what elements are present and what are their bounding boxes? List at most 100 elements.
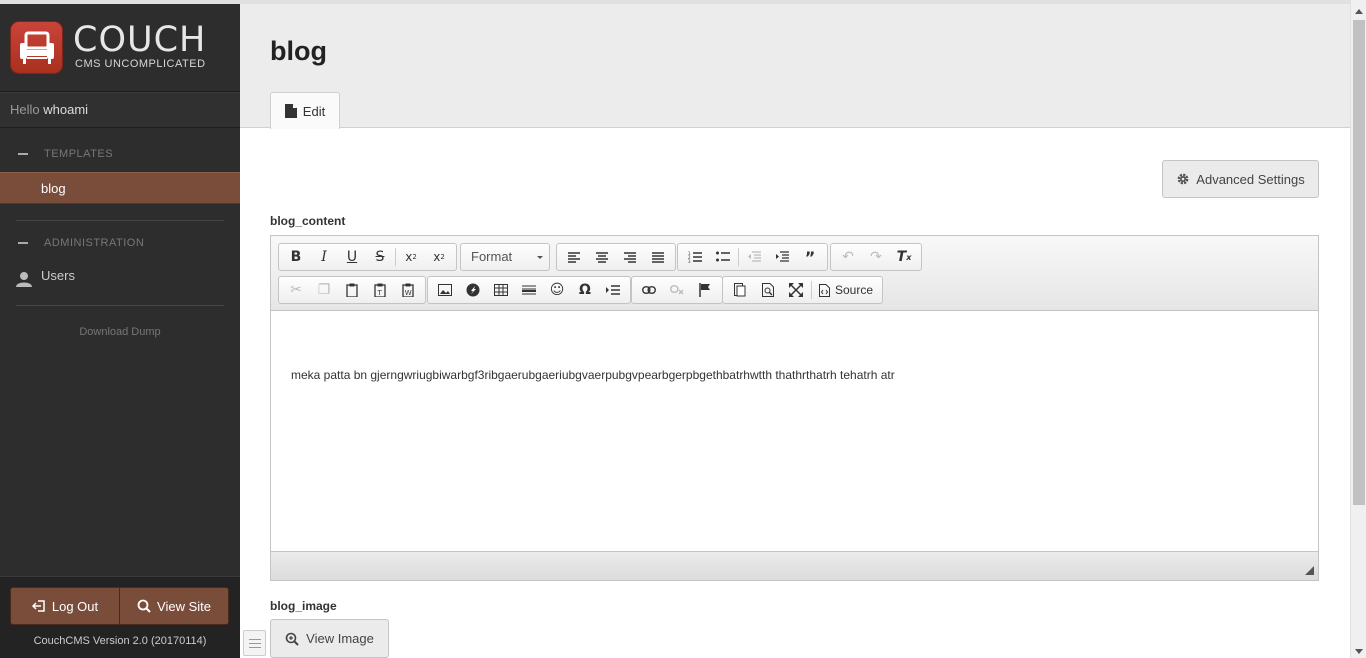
justify-icon[interactable] [644, 244, 672, 270]
unlink-icon[interactable] [663, 277, 691, 303]
maximize-icon[interactable] [782, 277, 810, 303]
list-group: 123 ” [677, 243, 828, 271]
format-dropdown-label: Format [471, 249, 513, 264]
advanced-settings-label: Advanced Settings [1196, 171, 1305, 187]
main-content: blog Edit Advanced Settings blog_content… [240, 0, 1350, 658]
templates-icon[interactable] [726, 277, 754, 303]
increase-indent-icon[interactable] [768, 244, 796, 270]
logout-icon [31, 600, 45, 612]
username[interactable]: whoami [43, 102, 88, 117]
anchor-flag-icon[interactable] [691, 277, 719, 303]
cut-icon[interactable]: ✂ [282, 277, 310, 303]
svg-text:T: T [377, 289, 383, 297]
toolbar-separator [738, 248, 739, 266]
administration-heading[interactable]: ADMINISTRATION [0, 225, 240, 261]
scroll-up-icon[interactable] [1355, 9, 1363, 14]
align-right-icon[interactable] [616, 244, 644, 270]
paste-word-icon[interactable]: W [394, 277, 422, 303]
strikethrough-button[interactable]: S [366, 244, 394, 270]
link-group [631, 276, 723, 304]
page-header: blog Edit [240, 4, 1350, 129]
italic-button[interactable]: I [310, 244, 338, 270]
tab-edit-label: Edit [302, 103, 326, 119]
paste-icon[interactable] [338, 277, 366, 303]
greeting-text: Hello [10, 102, 40, 117]
undo-icon[interactable]: ↶ [834, 244, 862, 270]
subscript-button[interactable]: x2 [397, 244, 425, 270]
logo[interactable]: COUCH CMS UNCOMPLICATED [0, 4, 240, 92]
decrease-indent-icon[interactable] [740, 244, 768, 270]
history-group: ↶ ↷ Tx [830, 243, 922, 271]
format-dropdown[interactable]: Format [460, 243, 550, 271]
scroll-down-icon[interactable] [1355, 649, 1363, 654]
align-center-icon[interactable] [588, 244, 616, 270]
source-label: Source [835, 283, 874, 297]
page-break-icon[interactable] [599, 277, 627, 303]
user-greeting: Hello whoami [0, 92, 240, 128]
gear-icon [1177, 173, 1189, 185]
editor-content-area[interactable]: meka patta bn gjerngwriugbiwarbgf3ribgae… [271, 311, 1318, 551]
administration-heading-label: ADMINISTRATION [44, 237, 145, 249]
view-image-label: View Image [306, 631, 374, 646]
advanced-settings-button[interactable]: Advanced Settings [1162, 160, 1319, 198]
collapse-icon [18, 242, 28, 245]
view-site-label: View Site [157, 598, 211, 614]
smiley-icon[interactable]: ☺ [543, 277, 571, 303]
version-text: CouchCMS Version 2.0 (20170114) [33, 635, 207, 647]
paste-text-icon[interactable]: T [366, 277, 394, 303]
bold-button[interactable]: B [282, 244, 310, 270]
source-button[interactable]: Source [813, 277, 879, 303]
link-icon[interactable] [635, 277, 663, 303]
scroll-thumb[interactable] [1353, 20, 1365, 505]
editor-text[interactable]: meka patta bn gjerngwriugbiwarbgf3ribgae… [291, 368, 895, 382]
insert-group: ☺ Ω [427, 276, 631, 304]
horizontal-line-icon[interactable] [515, 277, 543, 303]
view-site-button[interactable]: View Site [119, 588, 228, 624]
preview-icon[interactable] [754, 277, 782, 303]
image-icon[interactable] [431, 277, 459, 303]
svg-text:3: 3 [688, 259, 691, 263]
source-icon [819, 283, 830, 297]
svg-text:W: W [405, 289, 412, 297]
special-char-icon[interactable]: Ω [571, 277, 599, 303]
basic-styles-group: B I U S x2 x2 [278, 243, 457, 271]
blog-image-label: blog_image [270, 599, 337, 613]
editor-toolbar: B I U S x2 x2 Format 123 ” ↶ ↷ T x ✂ ❐ T… [271, 236, 1318, 311]
tools-group: Source [722, 276, 884, 304]
flash-icon[interactable] [459, 277, 487, 303]
numbered-list-icon[interactable]: 123 [681, 244, 709, 270]
zoom-in-icon [285, 632, 299, 646]
superscript-button[interactable]: x2 [425, 244, 453, 270]
page-title: blog [270, 36, 327, 66]
divider [16, 305, 224, 306]
remove-format-icon[interactable]: Tx [890, 244, 918, 270]
download-dump-link[interactable]: Download Dump [0, 326, 240, 338]
editor-statusbar [271, 551, 1318, 580]
scrollbar[interactable] [1350, 0, 1366, 658]
rich-text-editor: B I U S x2 x2 Format 123 ” ↶ ↷ T x ✂ ❐ T… [270, 235, 1319, 581]
templates-heading[interactable]: TEMPLATES [0, 136, 240, 172]
underline-button[interactable]: U [338, 244, 366, 270]
menu-toggle-icon[interactable] [243, 630, 266, 656]
footer-buttons: Log Out View Site [10, 587, 229, 625]
chevron-down-icon [537, 256, 543, 259]
blockquote-icon[interactable]: ” [796, 244, 824, 270]
sidebar-item-users[interactable]: Users [0, 261, 240, 291]
view-image-button[interactable]: View Image [270, 619, 389, 658]
user-icon [16, 268, 32, 298]
document-icon [284, 104, 297, 118]
sidebar-footer: Log Out View Site CouchCMS Version 2.0 (… [0, 576, 240, 658]
align-left-icon[interactable] [560, 244, 588, 270]
bulleted-list-icon[interactable] [709, 244, 737, 270]
copy-icon[interactable]: ❐ [310, 277, 338, 303]
blog-content-label: blog_content [270, 214, 346, 228]
search-icon [137, 599, 151, 613]
couch-logo-icon [10, 21, 63, 74]
sidebar-item-blog[interactable]: blog [0, 172, 240, 204]
resize-handle-icon[interactable] [1305, 566, 1314, 575]
tab-edit[interactable]: Edit [270, 92, 340, 129]
logout-button[interactable]: Log Out [11, 588, 119, 624]
redo-icon[interactable]: ↷ [862, 244, 890, 270]
table-icon[interactable] [487, 277, 515, 303]
clipboard-group: ✂ ❐ T W [278, 276, 426, 304]
